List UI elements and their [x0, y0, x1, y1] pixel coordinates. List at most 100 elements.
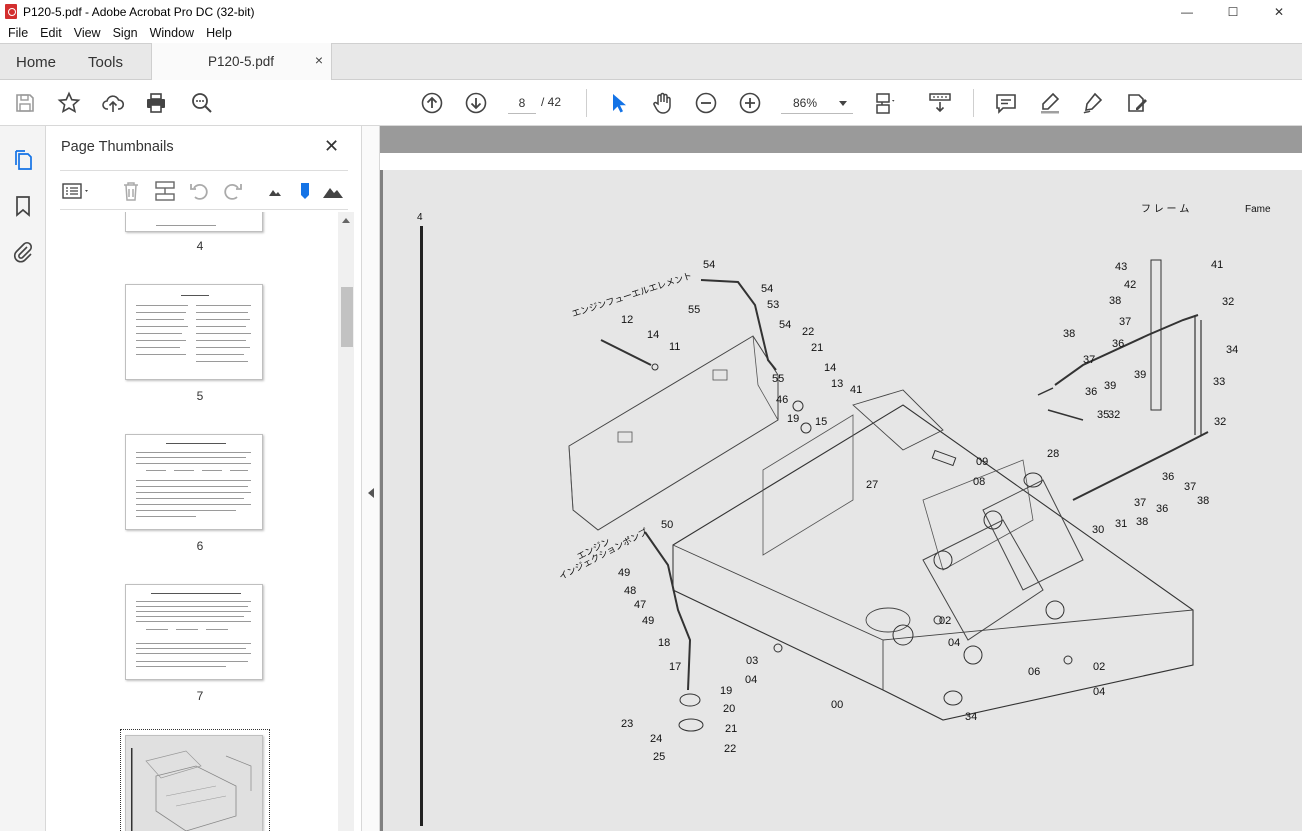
scroll-up-arrow-icon[interactable] — [342, 218, 350, 223]
part-number-label: 06 — [1028, 666, 1040, 678]
page-display-icon[interactable] — [873, 91, 897, 115]
thumbnail-page-8[interactable] — [125, 735, 263, 831]
part-number-label: 47 — [634, 599, 646, 611]
close-window-button[interactable]: ✕ — [1256, 5, 1302, 19]
tab-bar: Home Tools P120-5.pdf × — [0, 43, 1302, 80]
print-icon[interactable] — [144, 91, 168, 115]
page-gap — [380, 153, 1302, 170]
drawing-header-english: Fame — [1245, 204, 1271, 215]
zoom-out-icon[interactable] — [694, 91, 718, 115]
upload-cloud-icon[interactable] — [101, 91, 125, 115]
smaller-thumbnails-icon[interactable] — [264, 180, 286, 202]
part-number-label: 49 — [642, 615, 654, 627]
hand-tool-icon[interactable] — [650, 91, 674, 115]
menu-file[interactable]: File — [2, 26, 34, 40]
tab-document[interactable]: P120-5.pdf × — [151, 43, 332, 80]
window-controls: — ☐ ✕ — [1164, 5, 1302, 19]
part-number-label: 27 — [866, 479, 878, 491]
part-number-label: 18 — [658, 637, 670, 649]
page-thumbnails-icon[interactable] — [11, 148, 35, 172]
next-page-icon[interactable] — [464, 91, 488, 115]
tab-home[interactable]: Home — [16, 54, 56, 71]
part-number-label: 24 — [650, 733, 662, 745]
thumbnail-label: 5 — [196, 389, 204, 403]
select-cursor-icon[interactable] — [606, 91, 630, 115]
toolbar-divider — [586, 89, 587, 117]
thumbnail-page-7[interactable] — [125, 584, 263, 680]
menu-window[interactable]: Window — [144, 26, 200, 40]
scrollbar-thumb[interactable] — [341, 287, 353, 347]
bookmark-star-icon[interactable] — [57, 91, 81, 115]
part-number-label: 30 — [1092, 524, 1104, 536]
part-number-label: 38 — [1109, 295, 1121, 307]
zoom-search-icon[interactable] — [190, 91, 214, 115]
previous-page-icon[interactable] — [420, 91, 444, 115]
part-number-label: 36 — [1085, 386, 1097, 398]
part-number-label: 04 — [745, 674, 757, 686]
pdf-page-8[interactable]: 4フ レ ー ム Fame エンジンフューエルエレメント エンジン インジェクションポン… — [383, 170, 1302, 831]
collapse-panel-handle[interactable] — [362, 126, 380, 831]
page-number-input[interactable]: 8 — [508, 92, 536, 114]
document-view[interactable]: 4フ レ ー ム Fame エンジンフューエルエレメント エンジン インジェクションポン… — [380, 126, 1302, 831]
page-total-label: / 42 — [541, 95, 562, 109]
part-number-label: 09 — [976, 456, 988, 468]
maximize-button[interactable]: ☐ — [1210, 5, 1256, 19]
part-number-label: 00 — [831, 699, 843, 711]
delete-trash-icon[interactable] — [120, 180, 142, 202]
attachments-paperclip-icon[interactable] — [11, 240, 35, 264]
thumbnail-label: 4 — [196, 239, 204, 253]
acrobat-pdf-icon — [5, 4, 17, 19]
fill-sign-icon[interactable] — [1125, 91, 1149, 115]
tab-tools[interactable]: Tools — [88, 54, 123, 71]
save-icon[interactable] — [13, 91, 37, 115]
menu-bar: File Edit View Sign Window Help — [0, 23, 1302, 43]
close-panel-button[interactable]: ✕ — [324, 136, 339, 157]
part-number-label: 08 — [973, 476, 985, 488]
drawing-page-number: 4 — [417, 212, 423, 223]
panel-title: Page Thumbnails — [61, 139, 174, 155]
part-number-label: 39 — [1134, 369, 1146, 381]
minimize-button[interactable]: — — [1164, 5, 1210, 19]
larger-thumbnails-icon[interactable] — [322, 180, 344, 202]
part-number-label: 54 — [761, 283, 773, 295]
menu-view[interactable]: View — [68, 26, 107, 40]
part-number-label: 04 — [948, 637, 960, 649]
zoom-level-select[interactable]: 86% — [781, 92, 853, 114]
rotate-right-icon[interactable] — [222, 180, 244, 202]
thumbnail-page-6[interactable] — [125, 434, 263, 530]
draw-pen-icon[interactable] — [1081, 91, 1105, 115]
part-number-label: 28 — [1047, 448, 1059, 460]
thumbnail-list: 4 5 6 7 — [60, 212, 340, 831]
insert-page-icon[interactable] — [154, 180, 176, 202]
part-number-label: 37 — [1119, 316, 1131, 328]
rotate-left-icon[interactable] — [188, 180, 210, 202]
scroll-mode-icon[interactable] — [928, 91, 952, 115]
bookmarks-icon[interactable] — [11, 194, 35, 218]
options-menu-icon[interactable] — [62, 180, 92, 202]
previous-page-edge — [380, 126, 1302, 153]
collapse-arrow-icon — [368, 488, 374, 498]
thumbnail-page-4[interactable] — [125, 212, 263, 232]
part-number-label: 39 — [1104, 380, 1116, 392]
exploded-parts-drawing: 4フ レ ー ム Fameエンジンフューエルエレメントエンジンインジェクションポン… — [417, 203, 1271, 826]
part-number-label: 38 — [1136, 516, 1148, 528]
part-number-label: 11 — [669, 341, 680, 353]
part-number-label: 36 — [1162, 471, 1174, 483]
close-document-tab-button[interactable]: × — [315, 52, 323, 68]
part-number-label: 02 — [939, 615, 951, 627]
thumbnail-size-slider-icon[interactable] — [294, 180, 316, 202]
part-number-label: 04 — [1093, 686, 1105, 698]
thumbnail-scrollbar[interactable] — [338, 212, 354, 831]
highlight-pen-icon[interactable] — [1038, 91, 1062, 115]
part-number-label: 20 — [723, 703, 735, 715]
thumbnail-page-5[interactable] — [125, 284, 263, 380]
zoom-in-icon[interactable] — [738, 91, 762, 115]
part-number-label: 36 — [1112, 338, 1124, 350]
menu-edit[interactable]: Edit — [34, 26, 68, 40]
menu-help[interactable]: Help — [200, 26, 238, 40]
part-number-label: 13 — [831, 378, 843, 390]
menu-sign[interactable]: Sign — [107, 26, 144, 40]
note-engine-fuel-element: エンジンフューエルエレメント — [571, 271, 694, 319]
comment-icon[interactable] — [994, 91, 1018, 115]
zoom-level-value: 86% — [793, 96, 818, 110]
